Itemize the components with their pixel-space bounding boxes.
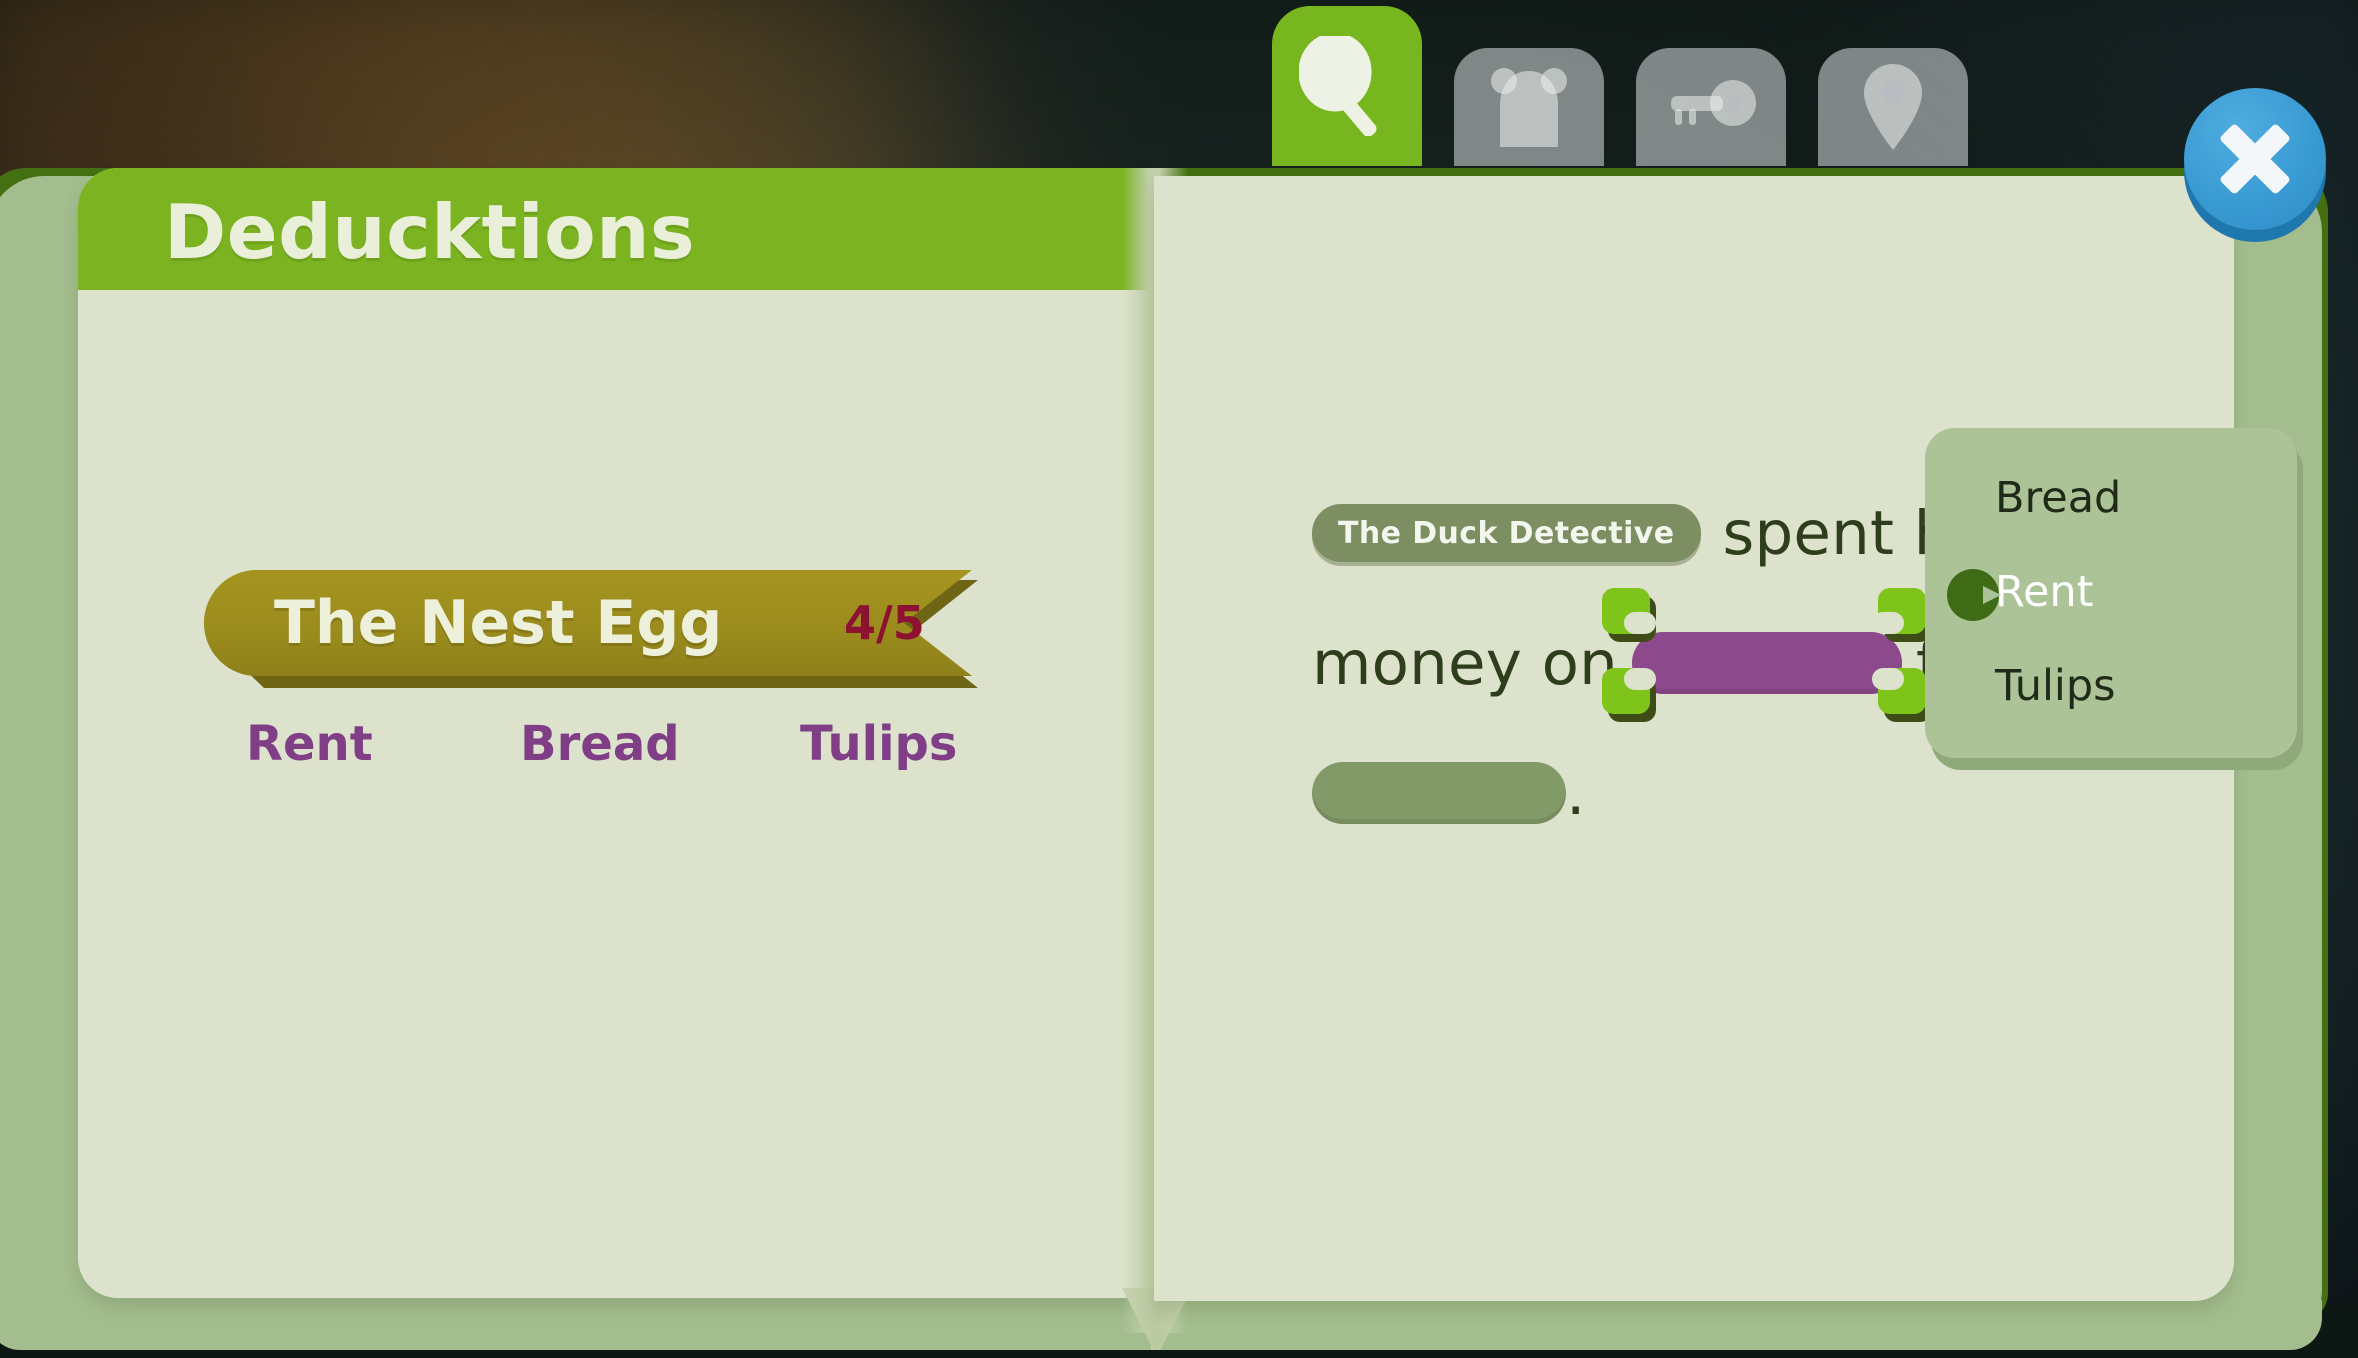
case-ribbon[interactable]: The Nest Egg 4/5	[204, 570, 978, 688]
magnifying-glass-icon	[1299, 36, 1377, 136]
dropdown-option-bread[interactable]: Bread	[1925, 462, 2297, 534]
notebook-tab-bar	[1272, 6, 1968, 166]
deduction-blank-1[interactable]	[1632, 632, 1903, 694]
sentence-text-2-prefix: money on	[1312, 627, 1619, 699]
clue-word-bread[interactable]: Bread	[520, 716, 680, 772]
deduction-blank-2[interactable]	[1312, 762, 1566, 824]
dropdown-option-tulips[interactable]: Tulips	[1925, 650, 2297, 722]
selection-bracket-bottom-left	[1602, 668, 1657, 722]
tab-locations[interactable]	[1818, 48, 1968, 166]
clue-word-row: Rent Bread Tulips	[204, 716, 994, 786]
selection-bracket-bottom-right	[1872, 668, 1933, 722]
tab-evidence[interactable]	[1636, 48, 1786, 166]
bear-icon	[1491, 68, 1567, 147]
selection-bracket-top-right	[1872, 588, 1933, 642]
speaker-badge[interactable]: The Duck Detective	[1312, 504, 1701, 562]
selection-bracket-top-left	[1602, 588, 1657, 642]
case-progress-counter: 4/5	[844, 596, 925, 650]
tab-search[interactable]	[1272, 6, 1422, 166]
close-icon	[2220, 124, 2290, 194]
answer-dropdown[interactable]: Bread Rent Tulips	[1925, 428, 2303, 770]
sentence-text-3-suffix: .	[1566, 757, 1586, 829]
tab-suspects[interactable]	[1454, 48, 1604, 166]
map-pin-icon	[1864, 64, 1922, 150]
clue-word-tulips[interactable]: Tulips	[800, 716, 957, 772]
page-title: Deducktions	[164, 188, 696, 276]
deduction-blank-1-slot[interactable]	[1602, 588, 1933, 722]
case-name: The Nest Egg	[274, 588, 723, 658]
key-icon	[1671, 80, 1756, 126]
left-page-header: Deducktions	[78, 168, 1154, 290]
close-button[interactable]	[2184, 88, 2326, 242]
clue-word-rent[interactable]: Rent	[246, 716, 373, 772]
duck-bill-cursor-icon	[1947, 569, 2001, 621]
